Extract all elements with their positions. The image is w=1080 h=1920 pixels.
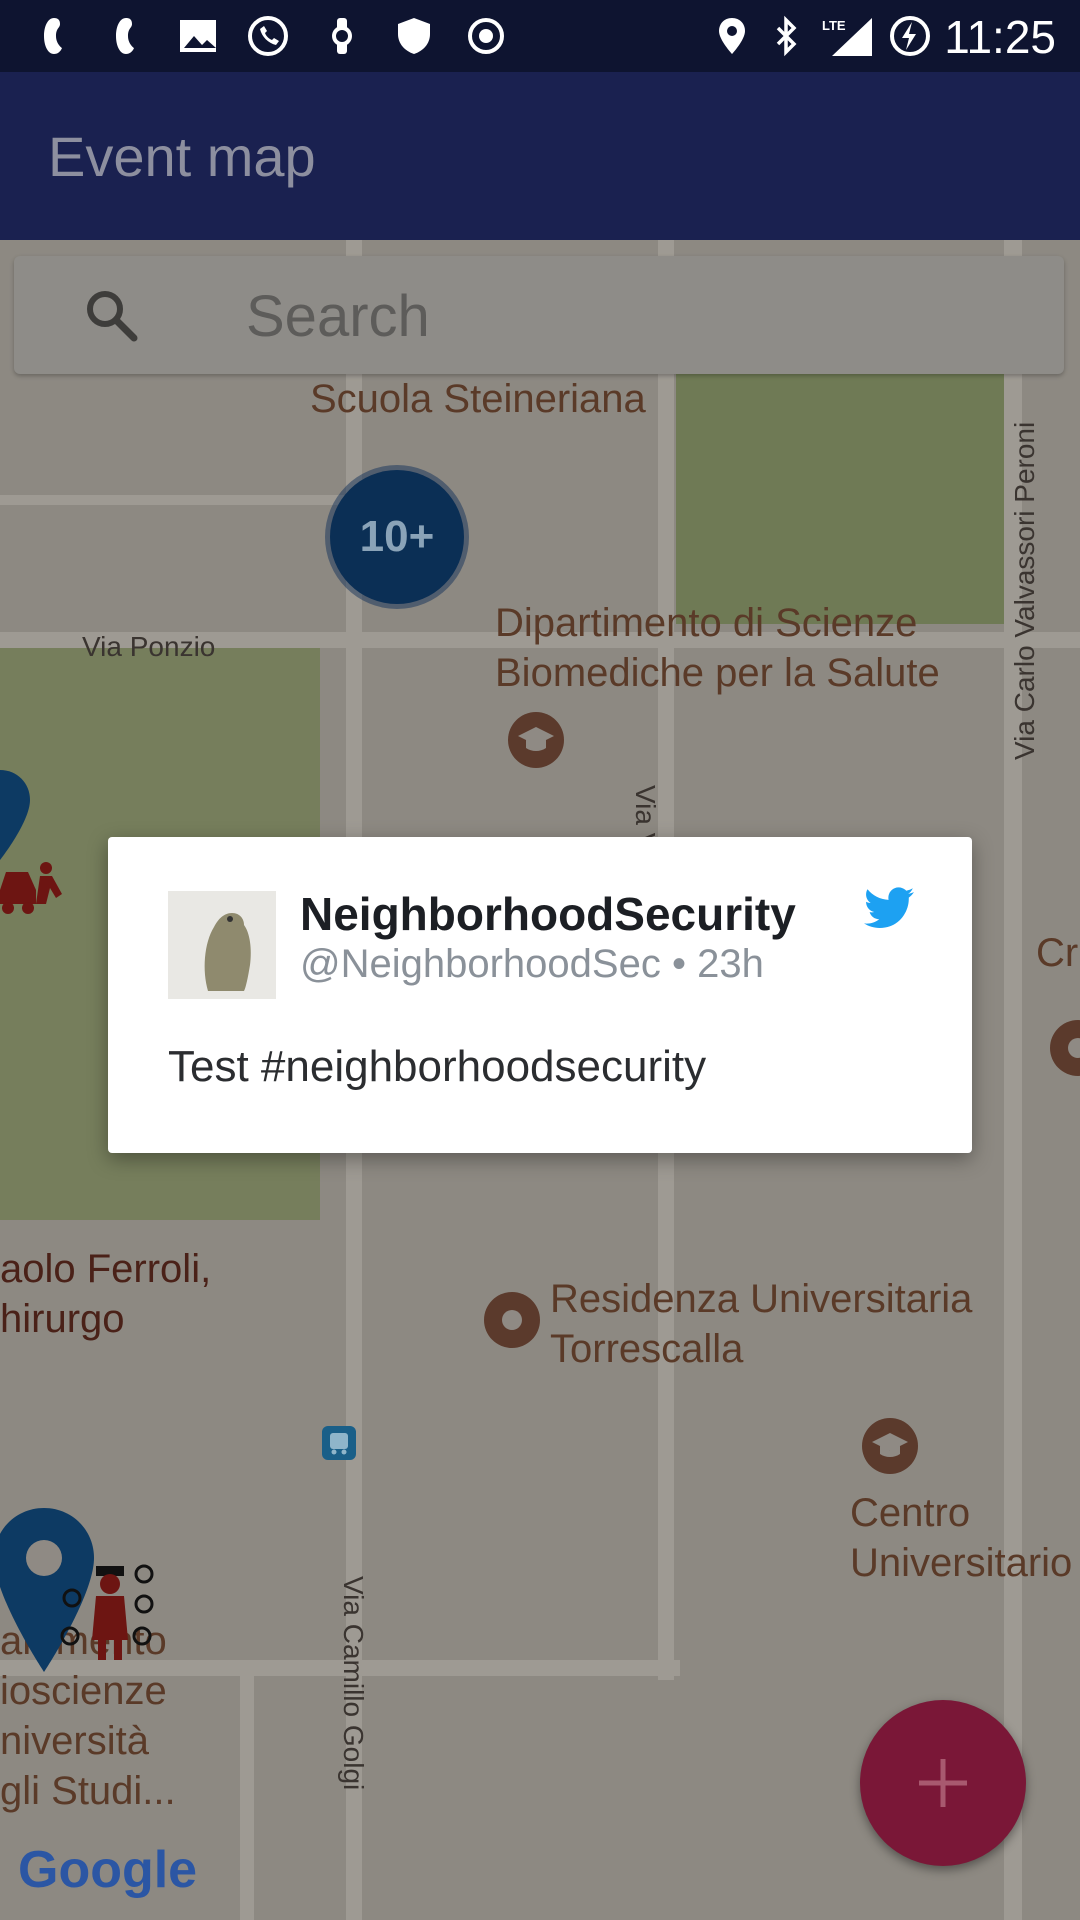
map-label: Scuola Steineriana [310,377,646,421]
cluster-marker[interactable]: 10+ [330,470,464,604]
record-icon [468,18,504,54]
page-title: Event map [48,125,316,188]
tweet-meta: @NeighborhoodSec • 23h [300,942,764,987]
notification-icon [116,18,134,54]
location-icon [719,18,745,54]
bluetooth-icon [776,15,797,57]
map-label: Via Carlo Valvassori Peroni [1009,421,1040,760]
search-icon[interactable] [84,288,138,342]
google-attribution: Google [18,1840,197,1900]
search-bar[interactable] [14,256,1064,374]
park-area [676,374,1006,624]
map-label: aolo Ferroli, hirurgo [0,1247,212,1341]
lte-signal-icon: LTE [822,18,872,56]
notification-icon [44,18,62,54]
svg-text:LTE: LTE [822,18,846,33]
app-bar: Event map [0,72,1080,240]
tweet-separator: • [671,942,686,986]
clock: 11:25 [944,11,1056,63]
place-poi-icon[interactable] [1046,1016,1080,1080]
tweet-card[interactable]: NeighborhoodSecurity @NeighborhoodSec • … [108,837,972,1153]
road [0,495,346,505]
image-icon [180,20,216,52]
car-accident-icon[interactable] [0,850,90,920]
map-label: Via Camillo Golgi [338,1576,369,1791]
shield-icon [398,18,430,54]
person-event-icon[interactable] [60,1562,160,1662]
twitter-icon [864,887,914,928]
tweet-handle: @NeighborhoodSec [300,942,661,986]
plus-icon [919,1759,967,1807]
tweet-username: NeighborhoodSecurity [300,888,796,940]
status-bar: LTE 11:25 [0,0,1080,72]
university-poi-icon[interactable] [858,1414,922,1478]
add-event-button[interactable] [860,1700,1026,1866]
watch-icon [332,18,352,54]
battery-charging-icon [890,16,930,56]
map-label: Residenza Universitaria Torrescalla [550,1277,973,1371]
whatsapp-icon [248,16,288,56]
google-logo: Google [18,1841,198,1899]
map-label: Centro Universitario [850,1491,1073,1585]
university-poi-icon[interactable] [504,708,568,772]
road [240,1676,254,1920]
search-input[interactable] [244,280,1028,352]
tweet-age: 23h [697,942,764,986]
map-label: Cr [1036,931,1079,975]
bus-stop-icon[interactable] [320,1424,358,1462]
tweet-text: Test #neighborhoodsecurity [168,1042,707,1091]
map-label: Dipartimento di Scienze Biomediche per l… [495,601,940,695]
map-label: Via Ponzio [82,631,216,662]
place-poi-icon[interactable] [480,1288,544,1352]
avatar [168,891,276,999]
